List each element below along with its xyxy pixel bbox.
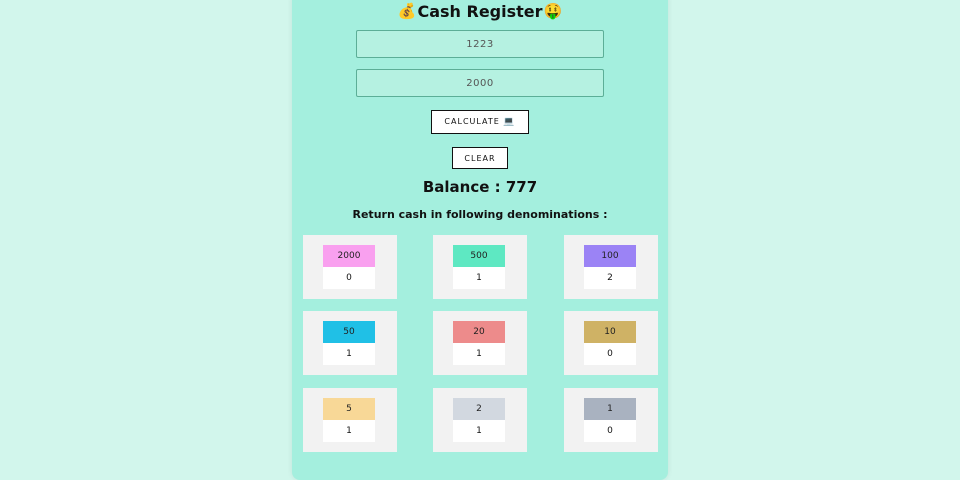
- money-bag-icon: 💰: [397, 1, 417, 20]
- denomination-count: 0: [584, 343, 636, 365]
- denomination-card: 50 1: [303, 311, 397, 375]
- clear-button[interactable]: CLEAR: [452, 147, 508, 169]
- denomination-card: 100 2: [564, 235, 658, 299]
- denomination-card: 51: [303, 388, 397, 452]
- denomination-note: 20: [453, 321, 505, 343]
- denomination-note: 5: [323, 398, 375, 420]
- denomination-card: 21: [433, 388, 527, 452]
- denomination-count: 1: [453, 420, 505, 442]
- balance-text: Balance : 777: [422, 178, 538, 196]
- denomination-count: 0: [584, 420, 636, 442]
- denomination-note: 2000: [323, 245, 375, 267]
- calculate-button-label: CALCULATE: [444, 117, 500, 126]
- page-title: 💰 Cash Register 🤑: [0, 1, 960, 21]
- denomination-count: 1: [453, 343, 505, 365]
- money-mouth-face-icon: 🤑: [543, 1, 563, 20]
- denomination-count: 1: [453, 267, 505, 289]
- denomination-count: 1: [323, 343, 375, 365]
- denominations-heading: Return cash in following denominations :: [352, 208, 608, 221]
- page-title-text: Cash Register: [417, 1, 543, 21]
- denomination-note: 100: [584, 245, 636, 267]
- cash-given-input[interactable]: [356, 69, 604, 97]
- denomination-count: 0: [323, 267, 375, 289]
- calculate-button[interactable]: CALCULATE 💻: [431, 110, 529, 134]
- denomination-card: 10 0: [564, 311, 658, 375]
- denomination-note: 1: [584, 398, 636, 420]
- denomination-note: 10: [584, 321, 636, 343]
- denomination-note: 2: [453, 398, 505, 420]
- bill-amount-input[interactable]: [356, 30, 604, 58]
- denomination-card: 10: [564, 388, 658, 452]
- denomination-count: 2: [584, 267, 636, 289]
- denomination-card: 20 1: [433, 311, 527, 375]
- denomination-card: 2000 0: [303, 235, 397, 299]
- denomination-card: 500 1: [433, 235, 527, 299]
- laptop-icon: 💻: [503, 117, 516, 127]
- denomination-count: 1: [323, 420, 375, 442]
- denomination-note: 50: [323, 321, 375, 343]
- denomination-note: 500: [453, 245, 505, 267]
